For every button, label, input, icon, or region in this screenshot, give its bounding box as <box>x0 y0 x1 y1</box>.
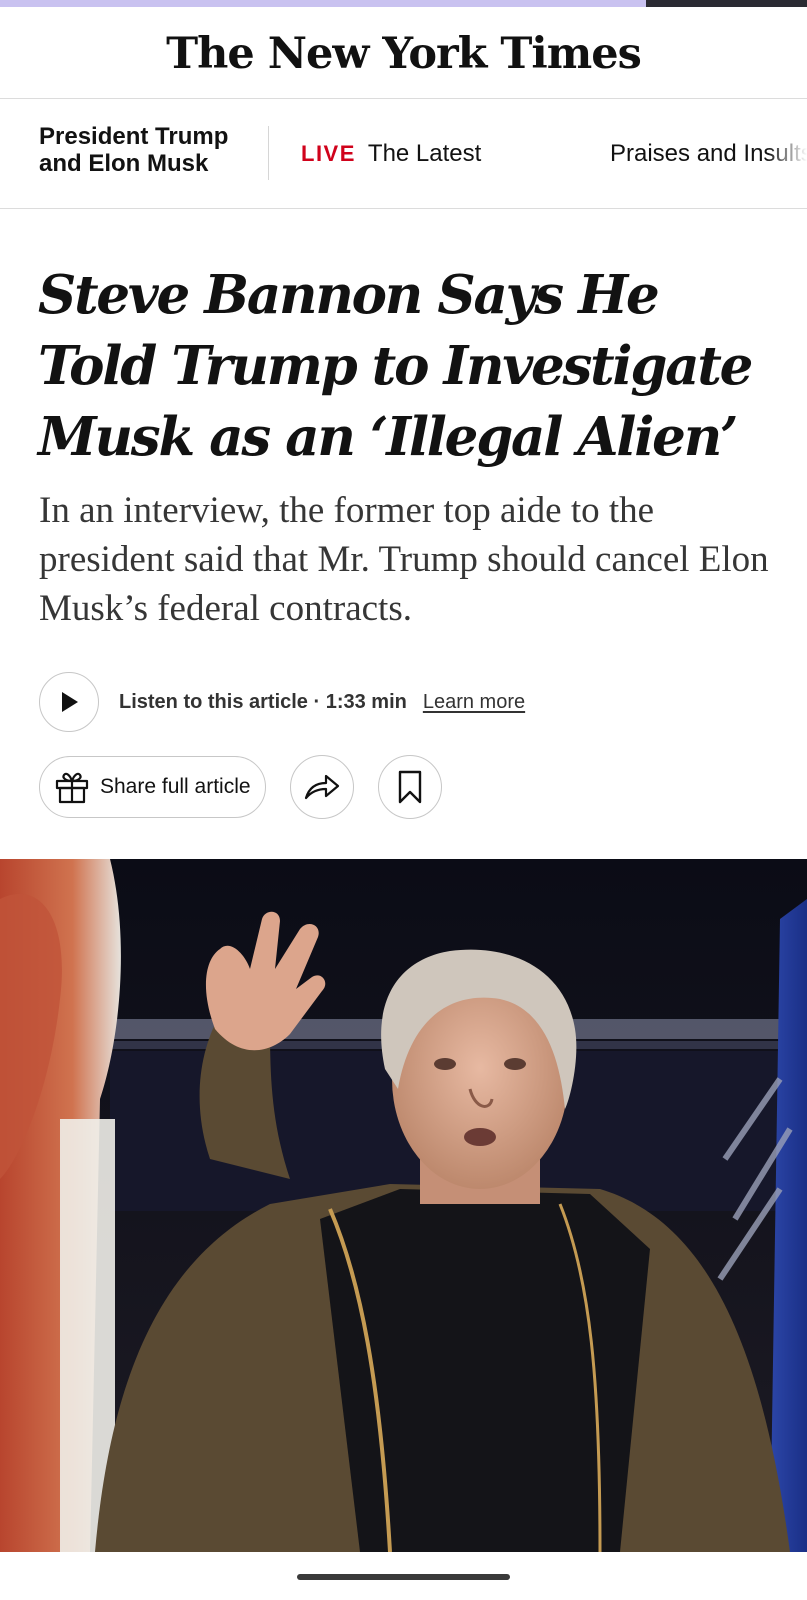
share-full-article-button[interactable]: Share full article <box>39 756 266 818</box>
share-tools: Share full article <box>39 755 442 819</box>
gift-icon <box>55 772 89 804</box>
article-summary: In an interview, the former top aide to … <box>39 490 769 629</box>
home-indicator[interactable] <box>297 1574 510 1580</box>
share-full-article-label: Share full article <box>100 775 251 798</box>
masthead: The New York Times <box>0 7 807 99</box>
share-button[interactable] <box>289 755 354 819</box>
hero-photo <box>0 859 807 1552</box>
scroll-fade <box>767 99 807 207</box>
share-arrow-icon <box>304 774 339 800</box>
play-button[interactable] <box>39 672 99 732</box>
listen-duration-text: Listen to this article · 1:33 min <box>119 690 407 713</box>
topic-bar: President Trump and Elon Musk LIVE The L… <box>0 99 807 209</box>
nyt-logo[interactable]: The New York Times <box>166 29 642 79</box>
article-headline: Steve Bannon Says He Told Trump to Inves… <box>38 264 753 468</box>
live-badge: LIVE <box>301 141 356 166</box>
audio-player: Listen to this article · 1:33 min Learn … <box>39 671 525 733</box>
topic-title[interactable]: President Trump and Elon Musk <box>39 123 259 177</box>
live-latest-link[interactable]: LIVE The Latest <box>301 140 481 168</box>
live-link-label: The Latest <box>367 140 482 167</box>
save-button[interactable] <box>377 755 442 819</box>
play-icon <box>62 692 78 712</box>
topic-divider <box>268 126 269 180</box>
reading-progress-fill <box>0 0 646 7</box>
reading-progress-bar <box>0 0 807 7</box>
bookmark-icon <box>398 770 421 804</box>
learn-more-link[interactable]: Learn more <box>423 691 525 714</box>
